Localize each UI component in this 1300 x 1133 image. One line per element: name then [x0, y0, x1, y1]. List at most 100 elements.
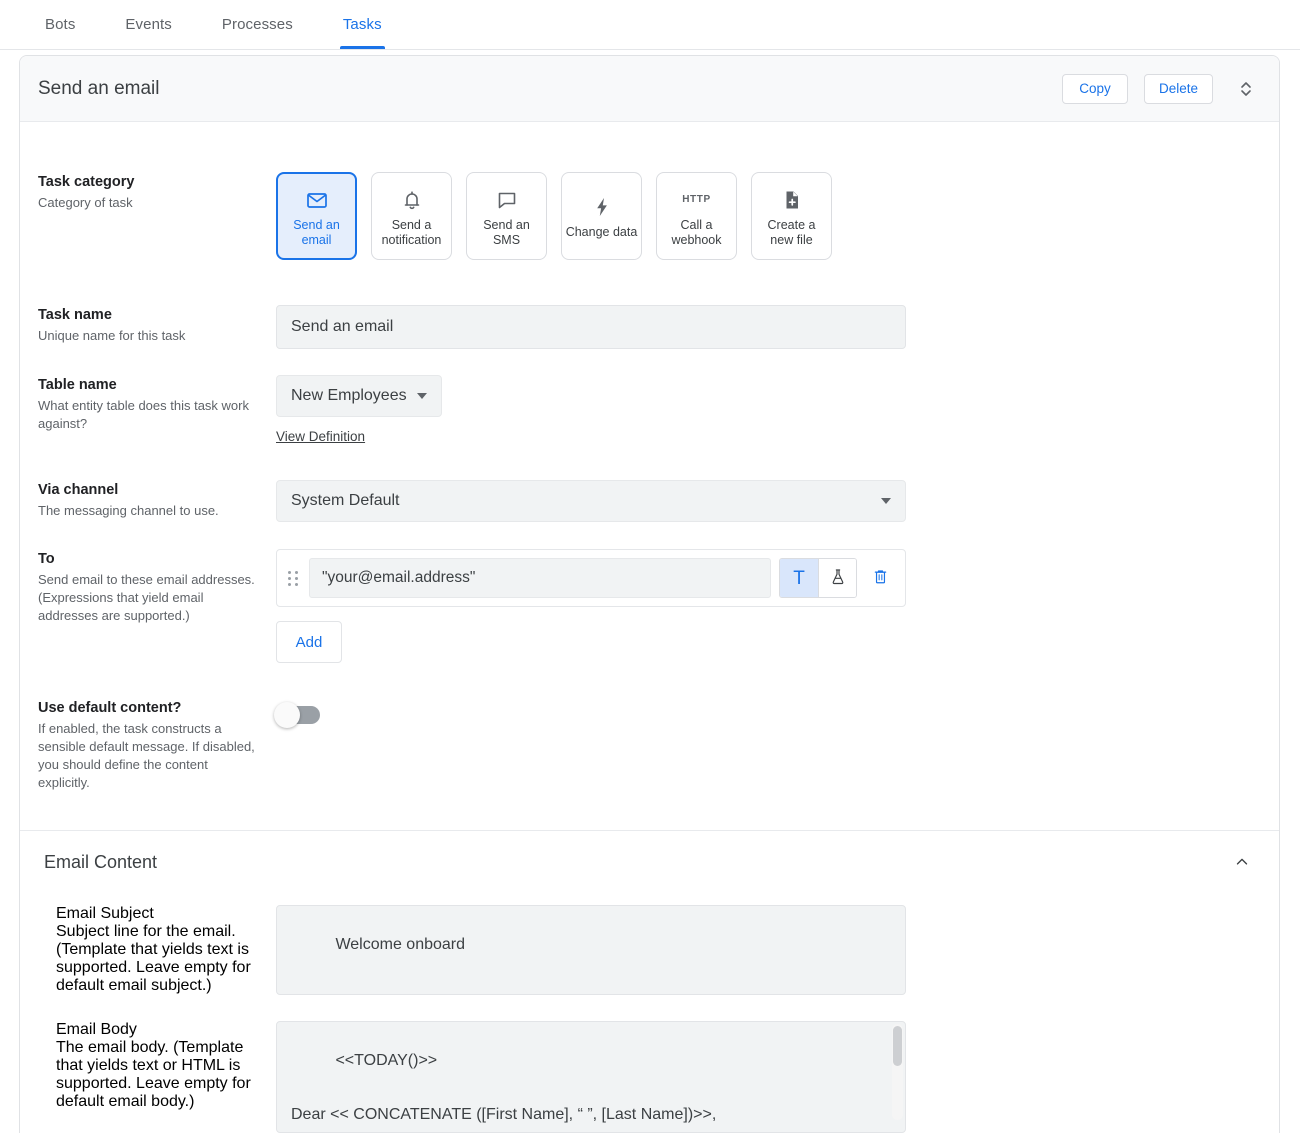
field-row-email-body: Email Body The email body. (Template tha…: [38, 995, 1261, 1133]
resize-grip-icon[interactable]: [892, 982, 902, 992]
view-definition-link[interactable]: View Definition: [276, 429, 365, 444]
table-name-control: New Employees View Definition: [276, 375, 1261, 446]
category-tile-label: Change data: [565, 225, 638, 239]
page-title: Send an email: [38, 77, 160, 99]
trash-icon: [871, 567, 890, 589]
email-subject-label: Email Subject: [56, 905, 154, 922]
email-body-description: The email body. (Template that yields te…: [56, 1039, 251, 1110]
category-tile-send-a-notification[interactable]: Send a notification: [371, 172, 452, 260]
to-control: "your@email.address" T Add: [276, 549, 1261, 663]
use-default-content-label-group: Use default content? If enabled, the tas…: [38, 698, 276, 792]
text-mode-label: T: [793, 567, 805, 589]
expression-mode-button[interactable]: [818, 559, 856, 597]
field-row-use-default-content: Use default content? If enabled, the tas…: [38, 663, 1261, 830]
task-name-label-group: Task name Unique name for this task: [38, 305, 276, 345]
use-default-content-label: Use default content?: [38, 700, 182, 716]
delete-recipient-button[interactable]: [865, 560, 895, 596]
use-default-content-control: [274, 698, 1261, 728]
tab-events[interactable]: Events: [100, 0, 196, 49]
task-category-description: Category of task: [38, 195, 133, 210]
field-row-to: To Send email to these email addresses. …: [38, 522, 1261, 663]
tab-bots[interactable]: Bots: [20, 0, 100, 49]
bell-icon: [400, 185, 424, 215]
category-tile-send-an-sms[interactable]: Send an SMS: [466, 172, 547, 260]
category-tile-create-a-new-file[interactable]: Create a new file: [751, 172, 832, 260]
via-channel-control: System Default: [276, 480, 1261, 522]
task-category-control: Send an email Send a notification Send a…: [276, 172, 1261, 260]
category-tile-change-data[interactable]: Change data: [561, 172, 642, 260]
category-tile-send-an-email[interactable]: Send an email: [276, 172, 357, 260]
main-tab-bar: Bots Events Processes Tasks: [0, 0, 1300, 50]
tab-label: Events: [125, 16, 172, 33]
field-row-task-name: Task name Unique name for this task Send…: [38, 260, 1261, 349]
toggle-knob: [274, 702, 300, 728]
tab-label: Processes: [221, 16, 293, 33]
email-content-section-header[interactable]: Email Content: [38, 831, 1261, 893]
table-name-value: New Employees: [291, 387, 407, 404]
envelope-icon: [305, 185, 329, 215]
copy-button[interactable]: Copy: [1061, 73, 1128, 104]
via-channel-value: System Default: [291, 492, 400, 509]
http-label: HTTP: [682, 194, 711, 205]
email-body-label: Email Body: [56, 1021, 137, 1038]
via-channel-label-group: Via channel The messaging channel to use…: [38, 480, 276, 520]
task-category-label-group: Task category Category of task: [38, 172, 276, 212]
tab-processes[interactable]: Processes: [197, 0, 318, 49]
via-channel-label: Via channel: [38, 482, 119, 498]
chevron-down-icon: [416, 393, 427, 399]
task-name-control: Send an email: [276, 305, 1261, 349]
task-form: Task category Category of task Send an e…: [20, 122, 1279, 1133]
category-tile-call-a-webhook[interactable]: HTTP Call a webhook: [656, 172, 737, 260]
to-address-input[interactable]: "your@email.address": [309, 558, 771, 598]
add-recipient-button[interactable]: Add: [276, 621, 342, 663]
table-name-label-group: Table name What entity table does this t…: [38, 375, 276, 433]
field-row-table-name: Table name What entity table does this t…: [38, 349, 1261, 446]
tab-tasks[interactable]: Tasks: [318, 0, 407, 49]
via-channel-description: The messaging channel to use.: [38, 503, 219, 518]
task-name-input[interactable]: Send an email: [276, 305, 906, 349]
resize-grip-icon[interactable]: [892, 1120, 902, 1130]
to-mode-toggle-group: T: [779, 558, 857, 598]
email-body-value: <<TODAY()>> Dear << CONCATENATE ([First …: [291, 1052, 717, 1123]
category-tile-label: Send an SMS: [483, 217, 530, 247]
via-channel-select[interactable]: System Default: [276, 480, 906, 522]
text-mode-button[interactable]: T: [780, 559, 818, 597]
email-body-textarea[interactable]: <<TODAY()>> Dear << CONCATENATE ([First …: [276, 1021, 906, 1133]
expand-collapse-icon[interactable]: [1235, 76, 1257, 102]
email-subject-label-group: Email Subject Subject line for the email…: [38, 905, 276, 995]
field-row-email-subject: Email Subject Subject line for the email…: [38, 893, 1261, 995]
http-text-icon: HTTP: [682, 185, 711, 215]
category-tile-label: Send a notification: [381, 217, 442, 247]
field-row-via-channel: Via channel The messaging channel to use…: [38, 446, 1261, 522]
category-tile-label: Create a new file: [767, 217, 816, 247]
table-name-description: What entity table does this task work ag…: [38, 398, 249, 431]
task-category-label: Task category: [38, 174, 135, 190]
tab-label: Bots: [45, 16, 76, 33]
chevron-down-icon: [881, 498, 891, 504]
to-label: To: [38, 551, 55, 567]
use-default-content-toggle[interactable]: [274, 702, 320, 728]
flask-icon: [828, 567, 848, 590]
to-recipient-row: "your@email.address" T: [276, 549, 906, 607]
scrollbar-thumb[interactable]: [893, 1026, 902, 1066]
task-category-tiles: Send an email Send a notification Send a…: [276, 172, 1261, 260]
file-plus-icon: [780, 185, 804, 215]
delete-button[interactable]: Delete: [1143, 73, 1213, 104]
card-header: Send an email Copy Delete: [20, 56, 1279, 122]
use-default-content-description: If enabled, the task constructs a sensib…: [38, 721, 255, 790]
lightning-bolt-icon: [590, 192, 614, 222]
drag-handle-icon[interactable]: [285, 570, 301, 586]
table-name-select[interactable]: New Employees: [276, 375, 442, 417]
chevron-up-icon[interactable]: [1233, 853, 1251, 871]
email-subject-value: Welcome onboard: [335, 936, 466, 953]
to-label-group: To Send email to these email addresses. …: [38, 549, 276, 625]
to-description: Send email to these email addresses. (Ex…: [38, 572, 255, 623]
table-name-label: Table name: [38, 377, 117, 393]
email-body-scrollbar[interactable]: [892, 1024, 903, 1120]
email-subject-textarea[interactable]: Welcome onboard: [276, 905, 906, 995]
chat-bubble-icon: [495, 185, 519, 215]
task-name-label: Task name: [38, 307, 112, 323]
email-content-title: Email Content: [44, 851, 158, 872]
email-body-control: <<TODAY()>> Dear << CONCATENATE ([First …: [276, 1021, 1261, 1133]
category-tile-label: Send an email: [293, 217, 340, 247]
